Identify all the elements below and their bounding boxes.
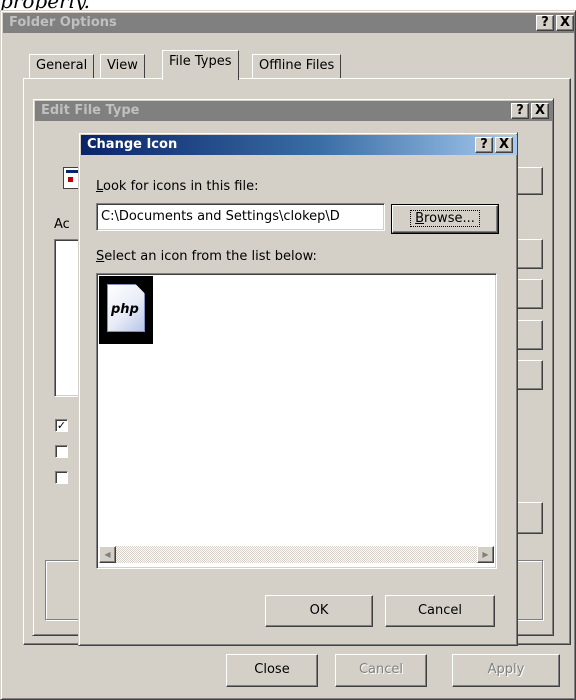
close-dialog-button[interactable]: Close: [226, 654, 318, 687]
browse-button[interactable]: Browse...: [391, 204, 499, 234]
icon-file-path-input[interactable]: C:\Documents and Settings\clokep\D: [96, 203, 385, 231]
scroll-left-button[interactable]: ◀: [99, 546, 116, 563]
cancel-dialog-button[interactable]: Cancel: [335, 654, 427, 687]
select-icon-label: Select an icon from the list below:: [96, 249, 317, 264]
scroll-right-button[interactable]: ▶: [477, 546, 494, 563]
php-icon: php: [107, 284, 145, 332]
tab-file-types[interactable]: File Types: [162, 50, 239, 80]
icon-list-item[interactable]: php: [99, 276, 153, 344]
cancel-button[interactable]: Cancel: [385, 595, 495, 627]
change-icon-titlebar: Change Icon ? X: [81, 135, 517, 155]
tab-view[interactable]: View: [100, 54, 145, 78]
icon-list-hscrollbar[interactable]: ◀ ▶: [99, 546, 494, 563]
apply-button[interactable]: Apply: [452, 654, 560, 687]
tab-offline-files[interactable]: Offline Files: [252, 54, 342, 78]
folder-options-titlebar: Folder Options ? X: [3, 13, 575, 33]
icon-list[interactable]: php ◀ ▶: [96, 273, 497, 569]
close-button[interactable]: X: [531, 103, 549, 119]
tab-general[interactable]: General: [29, 54, 95, 78]
close-button[interactable]: X: [495, 137, 513, 153]
edit-file-type-titlebar: Edit File Type ? X: [35, 101, 553, 121]
confirm-open-checkbox[interactable]: ✓: [55, 419, 68, 432]
edit-file-type-title: Edit File Type: [41, 103, 140, 118]
ok-button[interactable]: OK: [265, 595, 373, 627]
change-icon-title: Change Icon: [87, 137, 178, 152]
look-for-label: Look for icons in this file:: [96, 179, 259, 194]
folder-options-title: Folder Options: [9, 15, 117, 30]
always-show-extension-checkbox[interactable]: [55, 445, 68, 458]
help-button[interactable]: ?: [536, 15, 554, 31]
change-icon-dialog: Change Icon ? X Look for icons in this f…: [78, 132, 518, 646]
actions-label: Ac: [54, 217, 70, 232]
close-button[interactable]: X: [556, 15, 574, 31]
help-button[interactable]: ?: [511, 103, 529, 119]
browse-same-window-checkbox[interactable]: [55, 471, 68, 484]
help-button[interactable]: ?: [475, 137, 493, 153]
